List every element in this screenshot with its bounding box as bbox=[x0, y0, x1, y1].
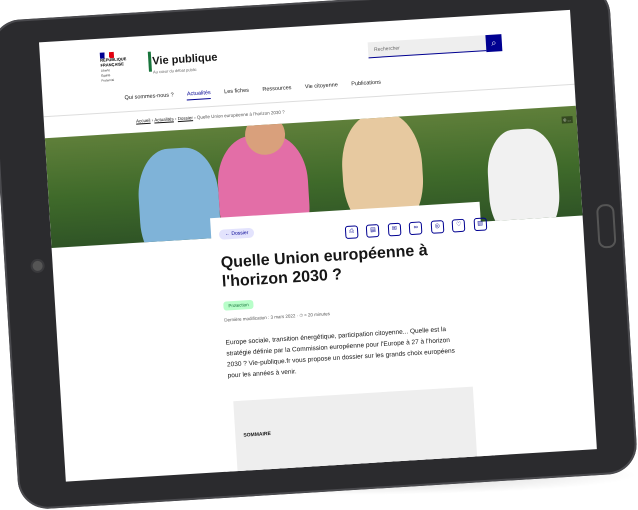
download-icon[interactable]: ▥ bbox=[473, 217, 488, 232]
sommaire-label: SOMMAIRE bbox=[243, 430, 272, 439]
breadcrumb: Accueil › Actualités › Dossier › Quelle … bbox=[135, 109, 285, 124]
site-header: RÉPUBLIQUE FRANÇAISE Liberté Égalité Fra… bbox=[39, 10, 573, 94]
child-blue-shirt bbox=[135, 145, 223, 249]
bookmark-icon[interactable]: ♡ bbox=[451, 218, 466, 233]
breadcrumb-home[interactable]: Accueil bbox=[136, 118, 151, 124]
nav-item-about[interactable]: Qui sommes-nous ? bbox=[124, 92, 173, 101]
nav-item-vie-citoyenne[interactable]: Vie citoyenne bbox=[305, 82, 338, 90]
site-title: Vie publique bbox=[152, 51, 218, 68]
search-input[interactable]: Rechercher bbox=[367, 35, 487, 59]
camera-icon bbox=[32, 260, 43, 272]
nav-item-actualites[interactable]: Actualités bbox=[186, 90, 212, 101]
nav-item-fiches[interactable]: Les fiches bbox=[224, 88, 249, 96]
vie-publique-logo[interactable]: Vie publique Au cœur du débat public bbox=[147, 48, 218, 74]
table-of-contents: SOMMAIRE bbox=[233, 386, 478, 482]
print-icon[interactable]: ⎙ bbox=[344, 225, 359, 240]
search-button[interactable]: ⌕ bbox=[485, 34, 503, 53]
tablet-frame: RÉPUBLIQUE FRANÇAISE Liberté Égalité Fra… bbox=[0, 0, 638, 510]
breadcrumb-current: Quelle Union européenne à l'horizon 2030… bbox=[196, 109, 285, 120]
nav-item-ressources[interactable]: Ressources bbox=[262, 85, 291, 93]
article-intro: Europe sociale, transition énergétique, … bbox=[225, 326, 456, 380]
tablet-screen: RÉPUBLIQUE FRANÇAISE Liberté Égalité Fra… bbox=[38, 9, 597, 482]
home-button[interactable] bbox=[595, 203, 617, 249]
link-icon[interactable]: ∞ bbox=[409, 221, 423, 236]
republique-francaise-logo[interactable]: RÉPUBLIQUE FRANÇAISE Liberté Égalité Fra… bbox=[99, 50, 142, 83]
status-badge: Protection bbox=[223, 299, 254, 311]
nav-item-publications[interactable]: Publications bbox=[351, 80, 381, 88]
article-tools: ⎙ ▤ ✉ ∞ ◎ ♡ ▥ bbox=[344, 211, 491, 240]
breadcrumb-section[interactable]: Actualités bbox=[154, 116, 174, 122]
article-card: ← Dossier ⎙ ▤ ✉ ∞ ◎ ♡ ▥ Quelle Union eur… bbox=[210, 201, 496, 482]
article-meta: Dernière modification : 3 mars 2022 · ⏱ … bbox=[224, 311, 331, 323]
search-icon: ⌕ bbox=[491, 37, 497, 48]
mail-icon[interactable]: ✉ bbox=[387, 222, 402, 237]
share-icon[interactable]: ◎ bbox=[430, 220, 445, 234]
dossier-tag[interactable]: ← Dossier bbox=[218, 227, 255, 240]
child-white-shirt bbox=[485, 127, 562, 242]
pdf-icon[interactable]: ▤ bbox=[366, 223, 380, 238]
hero-caption: © ... bbox=[561, 115, 573, 124]
page-title: Quelle Union européenne à l'horizon 2030… bbox=[220, 242, 429, 291]
breadcrumb-subsection[interactable]: Dossier bbox=[178, 115, 194, 121]
